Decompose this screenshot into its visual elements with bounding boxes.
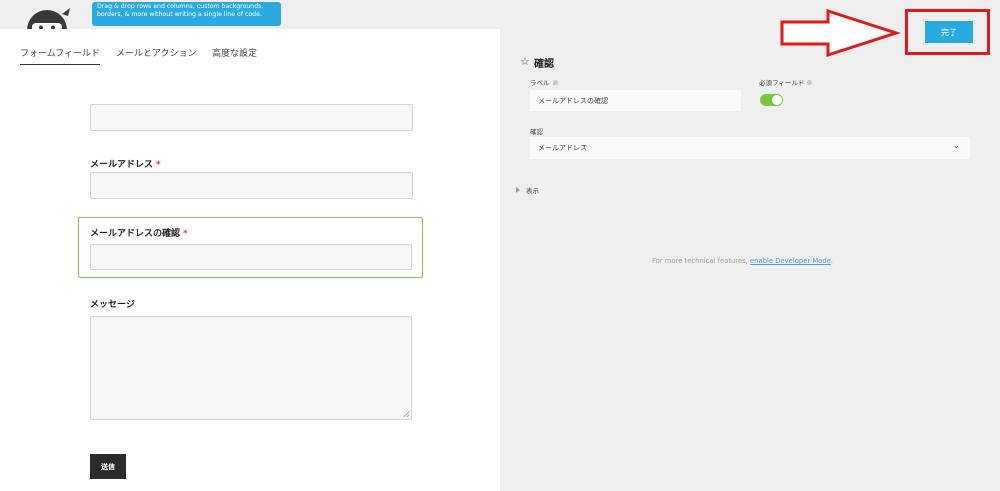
email-confirm-field-label: メールアドレスの確認 * <box>90 229 188 239</box>
email-field-input[interactable] <box>90 172 413 199</box>
required-toggle[interactable] <box>760 94 783 106</box>
panel-title: 確認 <box>534 59 554 70</box>
annotation-arrow-icon <box>780 8 901 58</box>
tab-emails-actions[interactable]: メールとアクション <box>116 46 197 64</box>
promo-line-1: Drag & drop rows and columns, custom bac… <box>97 3 264 10</box>
email-confirm-field-input[interactable] <box>90 244 412 270</box>
caret-right-icon <box>516 187 520 193</box>
label-setting-input[interactable]: メールアドレスの確認 <box>530 90 741 111</box>
label-setting-caption: ラベル <box>530 77 558 87</box>
email-field-label: メールアドレス * <box>90 160 161 170</box>
promo-line-2: borders, & more without writing a single… <box>97 10 262 18</box>
required-setting-caption: 必須フィールド <box>759 77 813 87</box>
message-field-label: メッセージ <box>90 300 135 310</box>
message-textarea[interactable] <box>90 316 412 420</box>
confirm-setting-caption: 確認 <box>530 128 543 136</box>
tab-form-fields[interactable]: フォームフィールド <box>20 46 101 65</box>
required-marker: * <box>183 229 188 239</box>
form-canvas: フォームフィールド メールとアクション 高度な設定 メールアドレス * メールアド… <box>0 29 500 491</box>
star-icon: ☆ <box>520 55 530 68</box>
help-icon[interactable] <box>807 80 813 85</box>
display-section-toggle[interactable]: 表示 <box>516 185 539 195</box>
display-section-label: 表示 <box>526 187 539 195</box>
toggle-knob <box>772 95 782 105</box>
help-icon[interactable] <box>552 80 558 85</box>
required-marker: * <box>156 160 161 170</box>
submit-button[interactable]: 送信 <box>90 454 126 479</box>
promo-banner[interactable]: Drag & drop rows and columns, custom bac… <box>92 2 281 26</box>
tab-advanced[interactable]: 高度な設定 <box>212 46 257 64</box>
name-field-input[interactable] <box>90 104 413 131</box>
developer-mode-note: For more technical features, enable Deve… <box>652 257 834 265</box>
enable-developer-mode-link[interactable]: enable Developer Mode <box>750 257 831 265</box>
field-settings-panel: ☆ 確認 ラベル メールアドレスの確認 必須フィールド 確認 メールアドレス ⌄… <box>500 29 1000 491</box>
confirm-target-select[interactable]: メールアドレス ⌄ <box>530 137 970 159</box>
resize-handle-icon[interactable] <box>403 411 409 417</box>
confirm-target-value: メールアドレス <box>538 144 587 152</box>
chevron-down-icon: ⌄ <box>952 141 960 151</box>
done-button[interactable]: 完了 <box>925 21 973 43</box>
